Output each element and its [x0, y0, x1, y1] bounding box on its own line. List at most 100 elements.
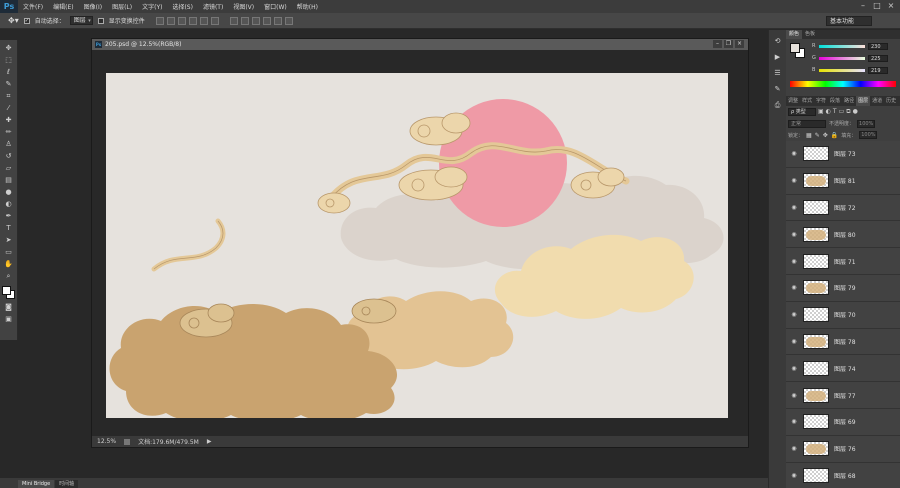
hand-tool-icon[interactable]: ✋	[3, 259, 15, 269]
menu-item[interactable]: 图层(L)	[107, 2, 137, 11]
layer-visibility-eye-icon[interactable]: ◉	[790, 392, 798, 399]
align-bottom-icon[interactable]	[177, 16, 186, 25]
lock-all-icon[interactable]: 🔒	[831, 132, 838, 139]
crop-tool-icon[interactable]: ⌗	[3, 91, 15, 101]
layer-visibility-eye-icon[interactable]: ◉	[790, 258, 798, 265]
menu-item[interactable]: 滤镜(T)	[198, 2, 228, 11]
align-left-icon[interactable]	[188, 16, 197, 25]
screen-mode-icon[interactable]: ▣	[3, 314, 15, 324]
doc-close-icon[interactable]: ×	[735, 40, 744, 48]
layers-tab[interactable]: 历史	[884, 96, 898, 106]
layer-visibility-eye-icon[interactable]: ◉	[790, 150, 798, 157]
zoom-level[interactable]: 12.5%	[97, 438, 116, 445]
dodge-tool-icon[interactable]: ◐	[3, 199, 15, 209]
type-tool-icon[interactable]: T	[3, 223, 15, 233]
layers-tab[interactable]: 样式	[800, 96, 814, 106]
eraser-tool-icon[interactable]: ▱	[3, 163, 15, 173]
distribute-bottom-icon[interactable]	[251, 16, 260, 25]
history-panel-icon[interactable]: ⟲	[772, 36, 784, 46]
layer-visibility-eye-icon[interactable]: ◉	[790, 472, 798, 479]
layers-tab[interactable]: 路径	[842, 96, 856, 106]
layer-row[interactable]: ◉ 图层 72	[786, 195, 900, 222]
menu-item[interactable]: 文字(Y)	[137, 2, 167, 11]
minimize-icon[interactable]: –	[858, 1, 868, 11]
pen-tool-icon[interactable]: ✒	[3, 211, 15, 221]
layers-tab[interactable]: 通道	[870, 96, 884, 106]
auto-select-checkbox[interactable]: ✓	[23, 17, 30, 24]
layer-visibility-eye-icon[interactable]: ◉	[790, 338, 798, 345]
quick-mask-icon[interactable]: ◙	[3, 302, 15, 312]
layer-row[interactable]: ◉ 图层 81	[786, 168, 900, 195]
layers-tab[interactable]: 字符	[814, 96, 828, 106]
layer-row[interactable]: ◉ 图层 74	[786, 355, 900, 383]
brush-tool-icon[interactable]: ✏	[3, 127, 15, 137]
layer-row[interactable]: ◉ 图层 79	[786, 275, 900, 302]
tab-timeline[interactable]: 时间轴	[55, 480, 79, 488]
layer-row[interactable]: ◉ 图层 69	[786, 409, 900, 436]
stamp-tool-icon[interactable]: ♙	[3, 139, 15, 149]
layer-visibility-eye-icon[interactable]: ◉	[790, 445, 798, 452]
layers-tab[interactable]: 段落	[828, 96, 842, 106]
lasso-tool-icon[interactable]: ℓ	[3, 67, 15, 77]
layer-visibility-eye-icon[interactable]: ◉	[790, 311, 798, 318]
distribute-hcenter-icon[interactable]	[273, 16, 282, 25]
layer-row[interactable]: ◉ 图层 68	[786, 463, 900, 488]
b-value-input[interactable]: 219	[868, 66, 888, 74]
doc-minimize-icon[interactable]: –	[713, 40, 722, 48]
menu-item[interactable]: 图像(I)	[79, 2, 107, 11]
show-transform-checkbox[interactable]	[97, 17, 104, 24]
fill-input[interactable]: 100%	[859, 131, 878, 139]
move-tool-icon[interactable]: ✥	[3, 43, 15, 53]
history-brush-tool-icon[interactable]: ↺	[3, 151, 15, 161]
color-swatches[interactable]	[1, 286, 16, 300]
status-menu-arrow-icon[interactable]: ▶	[207, 438, 212, 445]
distribute-left-icon[interactable]	[262, 16, 271, 25]
shape-tool-icon[interactable]: ▭	[3, 247, 15, 257]
filter-shape-icon[interactable]: ▭	[839, 108, 845, 115]
menu-item[interactable]: 文件(F)	[18, 2, 48, 11]
layer-visibility-eye-icon[interactable]: ◉	[790, 418, 798, 425]
lock-image-icon[interactable]: ✎	[815, 132, 820, 139]
align-top-icon[interactable]	[155, 16, 164, 25]
g-slider[interactable]	[819, 56, 865, 60]
blend-mode-dropdown[interactable]: 正常	[788, 119, 826, 128]
distribute-top-icon[interactable]	[229, 16, 238, 25]
lock-transparent-icon[interactable]: ▦	[806, 132, 812, 139]
color-spectrum-bar[interactable]	[790, 81, 896, 87]
color-foreground-swatch[interactable]	[790, 43, 800, 53]
maximize-icon[interactable]: □	[872, 1, 882, 11]
foreground-swatch[interactable]	[1, 286, 11, 295]
properties-panel-icon[interactable]: ☰	[772, 68, 784, 78]
b-slider[interactable]	[819, 68, 865, 72]
clone-source-panel-icon[interactable]: ⎙	[772, 100, 784, 110]
align-vcenter-icon[interactable]	[166, 16, 175, 25]
layer-row[interactable]: ◉ 图层 71	[786, 248, 900, 275]
filter-type-icon[interactable]: T	[833, 108, 837, 115]
document-title-bar[interactable]: Ps 205.psd @ 12.5%(RGB/8) – ❐ ×	[92, 39, 748, 50]
layer-visibility-eye-icon[interactable]: ◉	[790, 177, 798, 184]
layer-row[interactable]: ◉ 图层 76	[786, 436, 900, 463]
filter-toggle-icon[interactable]: ●	[853, 108, 858, 115]
g-value-input[interactable]: 225	[868, 54, 888, 62]
menu-item[interactable]: 窗口(W)	[259, 2, 292, 11]
doc-restore-icon[interactable]: ❐	[724, 40, 733, 48]
layer-visibility-eye-icon[interactable]: ◉	[790, 365, 798, 372]
blur-tool-icon[interactable]: ●	[3, 187, 15, 197]
layer-row[interactable]: ◉ 图层 80	[786, 221, 900, 249]
filter-smart-object-icon[interactable]: ⧉	[846, 108, 850, 116]
tab-mini-bridge[interactable]: Mini Bridge	[18, 480, 55, 488]
status-info-icon[interactable]	[124, 438, 131, 445]
menu-item[interactable]: 编辑(E)	[48, 2, 78, 11]
actions-panel-icon[interactable]: ▶	[772, 52, 784, 62]
zoom-tool-icon[interactable]: ⌕	[3, 271, 15, 281]
layer-visibility-eye-icon[interactable]: ◉	[790, 231, 798, 238]
tab-color[interactable]: 颜色	[786, 30, 803, 39]
layer-row[interactable]: ◉ 图层 73	[786, 141, 900, 168]
lock-position-icon[interactable]: ✥	[823, 132, 828, 139]
menu-item[interactable]: 选择(S)	[167, 2, 198, 11]
marquee-tool-icon[interactable]: ⬚	[3, 55, 15, 65]
auto-select-target-dropdown[interactable]: 图层	[69, 16, 93, 25]
filter-pixel-icon[interactable]: ▣	[818, 108, 824, 115]
distribute-vcenter-icon[interactable]	[240, 16, 249, 25]
align-hcenter-icon[interactable]	[199, 16, 208, 25]
